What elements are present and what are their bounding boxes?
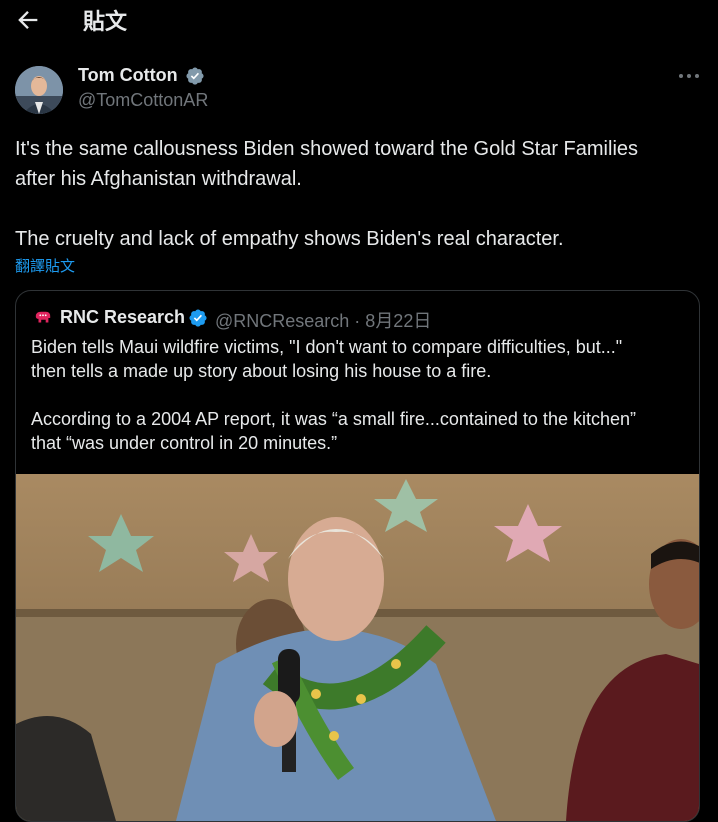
republican-elephant-icon	[35, 311, 51, 323]
top-bar: 貼文	[0, 0, 718, 40]
quoted-media-image[interactable]	[16, 474, 699, 821]
quoted-tweet-card[interactable]: RNC Research @RNCResearch · 8月22日 Biden …	[15, 290, 700, 822]
avatar-image	[15, 66, 63, 114]
translate-post-link[interactable]: 翻譯貼文	[15, 255, 75, 276]
quoted-text: Biden tells Maui wildfire victims, "I do…	[31, 337, 636, 453]
page-title: 貼文	[83, 9, 128, 34]
arrow-left-icon[interactable]	[14, 6, 42, 34]
verified-badge-icon	[189, 309, 207, 327]
quoted-author-name: RNC Research	[60, 307, 186, 327]
more-horizontal-icon[interactable]	[677, 66, 701, 86]
author-name[interactable]: Tom Cotton	[78, 65, 178, 86]
verified-badge-icon	[186, 67, 204, 85]
quoted-meta: @RNCResearch · 8月22日	[215, 311, 432, 331]
tweet-text: It's the same callousness Biden showed t…	[15, 138, 639, 250]
author-handle[interactable]: @TomCottonAR	[78, 90, 208, 111]
avatar[interactable]	[15, 66, 63, 114]
